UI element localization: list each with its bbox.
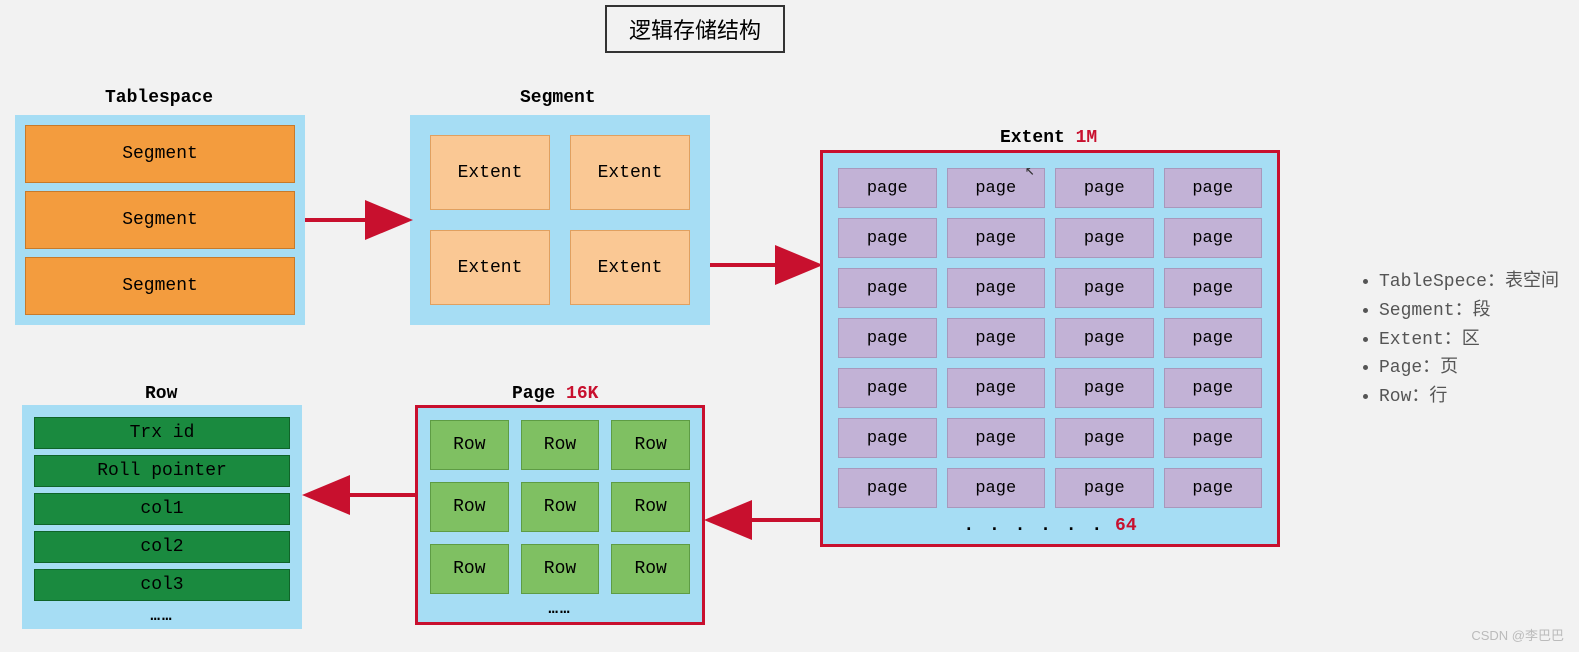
- segment-label: Segment: [520, 88, 596, 108]
- page-item: page: [838, 268, 937, 308]
- page-item: page: [1164, 268, 1263, 308]
- extent-label-text: Extent: [1000, 128, 1065, 148]
- segment-item: Segment: [25, 191, 295, 249]
- page-item: page: [838, 368, 937, 408]
- legend-item: Page：页: [1379, 354, 1559, 383]
- tablespace-box: Segment Segment Segment: [15, 115, 305, 325]
- page-item: page: [947, 318, 1046, 358]
- page-item: page: [1164, 468, 1263, 508]
- extent-item: Extent: [430, 135, 550, 210]
- row-dots: ……: [34, 607, 290, 625]
- diagram-title: 逻辑存储结构: [605, 5, 785, 53]
- tablespace-label: Tablespace: [105, 88, 213, 108]
- legend-item: Extent：区: [1379, 326, 1559, 355]
- page-item: page: [1055, 318, 1154, 358]
- row-item: Row: [430, 482, 509, 532]
- field-item: Roll pointer: [34, 455, 290, 487]
- extent-footer: . . . . . . 64: [838, 516, 1262, 536]
- row-item: Row: [611, 420, 690, 470]
- extent-box: pagepagepagepagepagepagepagepagepagepage…: [820, 150, 1280, 547]
- page-item: page: [1164, 318, 1263, 358]
- extent-count: 64: [1115, 516, 1137, 536]
- dots: . . . . . .: [963, 516, 1104, 536]
- row-box: Trx id Roll pointer col1 col2 col3 ……: [22, 405, 302, 629]
- row-item: Row: [430, 544, 509, 594]
- legend-item: Segment：段: [1379, 297, 1559, 326]
- page-item: page: [1164, 218, 1263, 258]
- extent-size: 1M: [1076, 128, 1098, 148]
- page-item: page: [1055, 468, 1154, 508]
- page-dots: ……: [430, 600, 690, 618]
- cursor-icon: ↖: [1025, 160, 1035, 180]
- extent-item: Extent: [570, 230, 690, 305]
- row-item: Row: [611, 482, 690, 532]
- row-item: Row: [430, 420, 509, 470]
- legend-item: TableSpece：表空间: [1379, 268, 1559, 297]
- page-item: page: [1055, 418, 1154, 458]
- legend: TableSpece：表空间 Segment：段 Extent：区 Page：页…: [1339, 268, 1559, 412]
- page-item: page: [1055, 268, 1154, 308]
- field-item: col3: [34, 569, 290, 601]
- page-item: page: [1055, 218, 1154, 258]
- segment-item: Segment: [25, 257, 295, 315]
- row-item: Row: [521, 420, 600, 470]
- page-item: page: [947, 468, 1046, 508]
- row-label: Row: [145, 384, 177, 404]
- page-item: page: [838, 468, 937, 508]
- field-item: Trx id: [34, 417, 290, 449]
- row-item: Row: [611, 544, 690, 594]
- page-label: Page 16K: [512, 384, 598, 404]
- page-item: page: [947, 218, 1046, 258]
- page-item: page: [838, 318, 937, 358]
- page-item: page: [1055, 168, 1154, 208]
- page-item: page: [947, 368, 1046, 408]
- row-item: Row: [521, 482, 600, 532]
- legend-item: Row：行: [1379, 383, 1559, 412]
- page-label-text: Page: [512, 384, 555, 404]
- extent-item: Extent: [430, 230, 550, 305]
- extent-label: Extent 1M: [1000, 128, 1097, 148]
- field-item: col2: [34, 531, 290, 563]
- row-item: Row: [521, 544, 600, 594]
- segment-item: Segment: [25, 125, 295, 183]
- segment-box: Extent Extent Extent Extent: [410, 115, 710, 325]
- page-item: page: [1164, 418, 1263, 458]
- page-item: page: [838, 418, 937, 458]
- page-item: page: [947, 418, 1046, 458]
- page-box: RowRowRowRowRowRowRowRowRow ……: [415, 405, 705, 625]
- page-size: 16K: [566, 384, 598, 404]
- page-item: page: [1164, 168, 1263, 208]
- extent-item: Extent: [570, 135, 690, 210]
- watermark: CSDN @李巴巴: [1471, 625, 1564, 644]
- page-item: page: [1055, 368, 1154, 408]
- field-item: col1: [34, 493, 290, 525]
- page-item: page: [947, 268, 1046, 308]
- page-item: page: [838, 168, 937, 208]
- page-item: page: [838, 218, 937, 258]
- page-item: page: [1164, 368, 1263, 408]
